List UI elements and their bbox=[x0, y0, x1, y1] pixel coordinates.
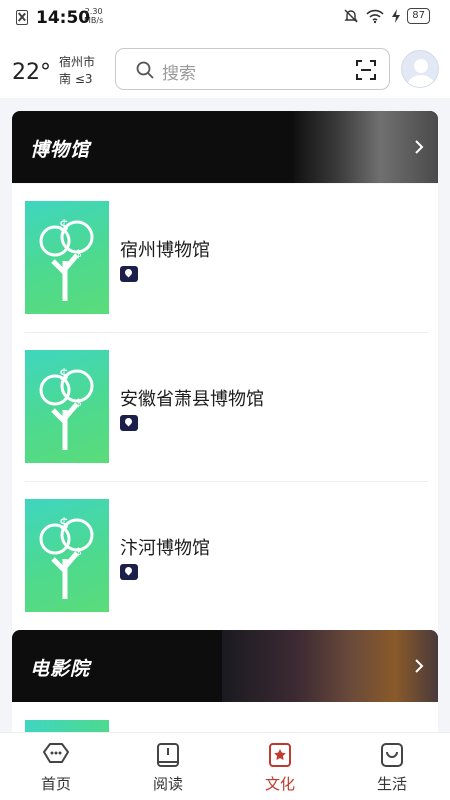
status-time: 14:50 bbox=[36, 8, 91, 28]
museum-list: $ $ 宿州博物馆 $ $ 安徽省萧县博物馆 $ $ 汴河博物馆 bbox=[12, 184, 438, 630]
location-pin-icon[interactable] bbox=[120, 266, 138, 282]
home-icon bbox=[43, 743, 69, 763]
mute-bell-icon bbox=[344, 9, 358, 23]
tab-life[interactable]: 生活 bbox=[352, 741, 432, 794]
svg-text:$: $ bbox=[59, 365, 69, 384]
list-item[interactable]: $ $ 汴河博物馆 bbox=[12, 482, 438, 631]
museum-name: 宿州博物馆 bbox=[120, 240, 210, 261]
tab-culture[interactable]: 文化 bbox=[240, 741, 320, 794]
city-name: 宿州市 bbox=[59, 55, 96, 69]
scan-icon[interactable] bbox=[355, 59, 377, 81]
cinema-banner-image bbox=[222, 630, 438, 702]
avatar[interactable] bbox=[401, 50, 439, 88]
tab-label: 阅读 bbox=[152, 775, 183, 793]
svg-text:$: $ bbox=[59, 514, 69, 533]
money-tree-icon: $$ bbox=[39, 514, 94, 599]
money-tree-icon: $$ bbox=[39, 365, 94, 450]
tab-label: 文化 bbox=[264, 775, 295, 793]
wind-level: 南 ≤3 bbox=[59, 72, 93, 86]
network-speed: 2.30 MB/s bbox=[84, 7, 104, 25]
book-icon bbox=[157, 743, 179, 767]
tab-reading[interactable]: 阅读 bbox=[128, 741, 208, 794]
tab-label: 首页 bbox=[40, 775, 71, 793]
cinema-list-peek bbox=[12, 702, 438, 732]
museum-thumbnail: $ $ bbox=[25, 201, 109, 314]
weather-location[interactable]: 宿州市 南 ≤3 bbox=[59, 54, 95, 88]
svg-text:$: $ bbox=[75, 247, 82, 260]
section-banner-museum[interactable]: 博物馆 bbox=[12, 111, 438, 183]
list-item[interactable]: $ $ 安徽省萧县博物馆 bbox=[12, 333, 438, 482]
battery-indicator: 87 bbox=[407, 8, 430, 24]
museum-name: 安徽省萧县博物馆 bbox=[120, 389, 264, 410]
list-item[interactable]: $ $ 宿州博物馆 bbox=[12, 184, 438, 333]
cinema-thumbnail bbox=[25, 720, 109, 732]
location-pin-icon[interactable] bbox=[120, 415, 138, 431]
tab-label: 生活 bbox=[376, 775, 407, 793]
section-title: 博物馆 bbox=[30, 139, 91, 161]
top-header: 22° 宿州市 南 ≤3 搜索 bbox=[0, 36, 450, 98]
search-input[interactable]: 搜索 bbox=[162, 59, 196, 84]
chevron-right-icon bbox=[415, 140, 424, 154]
search-bar[interactable]: 搜索 bbox=[115, 48, 390, 90]
tab-home[interactable]: 首页 bbox=[16, 741, 96, 794]
museum-thumbnail: $ $ bbox=[25, 499, 109, 612]
notification-x-icon bbox=[16, 10, 28, 25]
status-icons: 87 bbox=[343, 8, 430, 24]
wifi-icon bbox=[366, 9, 384, 24]
search-icon bbox=[136, 61, 154, 79]
charging-icon bbox=[392, 9, 401, 23]
status-bar: 14:50 2.30 MB/s 87 bbox=[0, 0, 450, 36]
section-banner-cinema[interactable]: 电影院 bbox=[12, 630, 438, 702]
user-avatar-icon bbox=[407, 59, 435, 87]
bottom-tab-bar: 首页 阅读 文化 生活 bbox=[0, 732, 450, 800]
section-title: 电影院 bbox=[30, 658, 91, 680]
life-bag-icon bbox=[381, 743, 403, 767]
weather-temperature[interactable]: 22° bbox=[12, 60, 51, 85]
svg-text:$: $ bbox=[75, 396, 82, 409]
svg-text:$: $ bbox=[75, 545, 82, 558]
museum-thumbnail: $ $ bbox=[25, 350, 109, 463]
money-tree-icon: $$ bbox=[39, 216, 94, 301]
location-pin-icon[interactable] bbox=[120, 564, 138, 580]
museum-name: 汴河博物馆 bbox=[120, 538, 210, 559]
svg-text:$: $ bbox=[59, 216, 69, 235]
chevron-right-icon bbox=[415, 659, 424, 673]
culture-star-icon bbox=[269, 743, 291, 767]
